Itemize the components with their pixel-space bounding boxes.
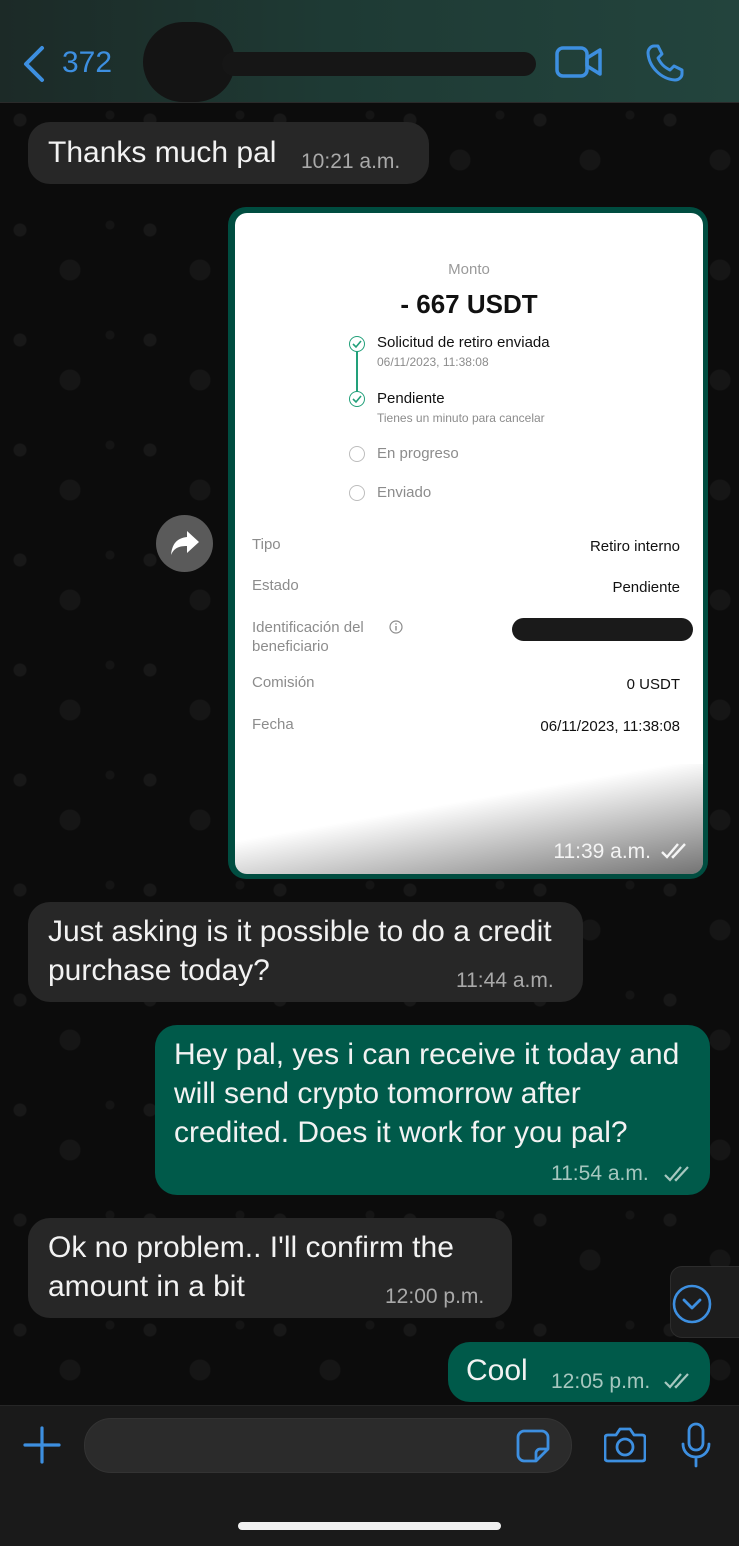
message-text: Hey pal, yes i can receive it today and … <box>174 1038 680 1149</box>
message-input[interactable] <box>84 1418 572 1473</box>
chevron-down-circle-icon <box>672 1284 712 1324</box>
double-check-icon <box>661 843 686 859</box>
check-circle-icon <box>349 336 365 352</box>
microphone-icon[interactable] <box>681 1422 711 1468</box>
message-outgoing[interactable]: Hey pal, yes i can receive it today and … <box>155 1025 710 1195</box>
double-check-icon <box>664 1166 689 1182</box>
message-time: 11:54 a.m. <box>551 1162 649 1185</box>
forward-button[interactable] <box>156 515 213 572</box>
double-check-icon <box>664 1373 689 1389</box>
detail-label: Estado <box>252 577 299 594</box>
detail-label: Fecha <box>252 716 294 733</box>
check-circle-icon <box>349 391 365 407</box>
step-title: Solicitud de retiro enviada <box>377 334 550 351</box>
receipt-amount-label: Monto <box>448 261 490 278</box>
message-incoming[interactable]: Thanks much pal 10:21 a.m. <box>28 122 429 184</box>
message-incoming[interactable]: Ok no problem.. I'll confirm the amount … <box>28 1218 512 1318</box>
withdrawal-receipt-image[interactable]: Monto - 667 USDT Solicitud de retiro env… <box>235 213 703 874</box>
detail-value: Pendiente <box>612 579 680 596</box>
step-subtitle: Tienes un minuto para cancelar <box>377 411 545 425</box>
step-title: En progreso <box>377 445 459 462</box>
message-text: Thanks much pal <box>48 136 277 169</box>
receipt-amount: - 667 USDT <box>400 289 538 319</box>
forward-icon <box>171 531 199 555</box>
camera-icon[interactable] <box>604 1425 646 1463</box>
empty-circle-icon <box>349 485 365 501</box>
empty-circle-icon <box>349 446 365 462</box>
message-incoming[interactable]: Just asking is it possible to do a credi… <box>28 902 583 1002</box>
message-time: 10:21 a.m. <box>301 150 401 173</box>
message-time: 11:44 a.m. <box>456 969 554 992</box>
step-subtitle: 06/11/2023, 11:38:08 <box>377 355 489 369</box>
detail-label: Tipo <box>252 536 281 553</box>
message-outgoing[interactable]: Cool 12:05 p.m. <box>448 1342 710 1402</box>
message-time: 12:05 p.m. <box>551 1370 651 1393</box>
home-indicator <box>238 1522 501 1530</box>
info-icon <box>389 620 403 634</box>
message-time: 11:39 a.m. <box>553 840 651 863</box>
detail-value: 06/11/2023, 11:38:08 <box>540 718 680 735</box>
video-camera-icon[interactable] <box>555 44 603 80</box>
scroll-to-bottom-button[interactable] <box>670 1266 739 1338</box>
detail-label: Identificación del beneficiario <box>252 619 364 655</box>
step-title: Enviado <box>377 484 432 501</box>
detail-value: Retiro interno <box>589 538 680 555</box>
back-unread-count[interactable]: 372 <box>62 46 112 80</box>
beneficiary-id-redacted <box>512 618 693 641</box>
plus-icon[interactable] <box>23 1426 61 1464</box>
phone-icon[interactable] <box>645 43 685 83</box>
message-text: Cool <box>466 1354 528 1387</box>
chevron-left-icon[interactable] <box>20 44 52 84</box>
sticker-icon[interactable] <box>516 1429 550 1463</box>
chat-header: 372 <box>0 0 739 103</box>
detail-value: 0 USDT <box>626 676 680 693</box>
message-time: 12:00 p.m. <box>385 1285 485 1308</box>
contact-name-redacted[interactable] <box>222 52 536 76</box>
step-title: Pendiente <box>377 390 445 407</box>
detail-label: Comisión <box>252 674 315 691</box>
